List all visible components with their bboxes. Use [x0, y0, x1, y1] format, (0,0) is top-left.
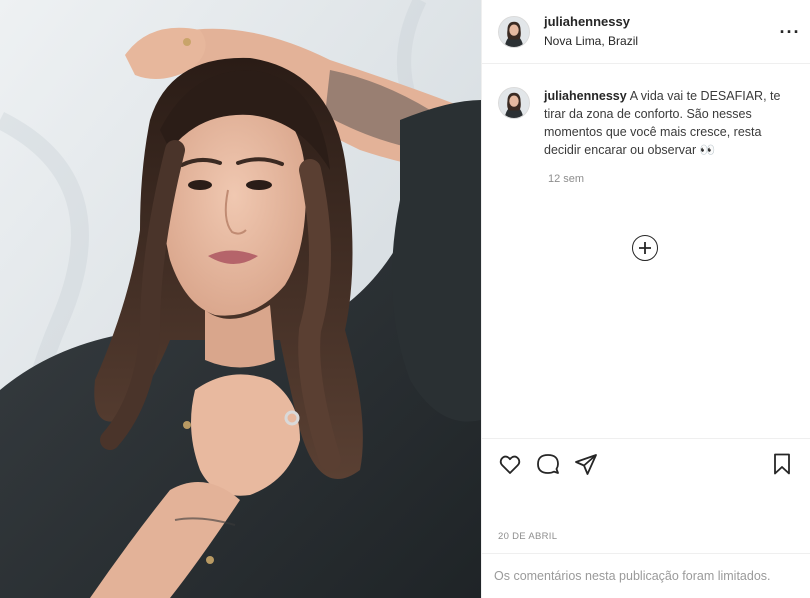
avatar-image [499, 88, 529, 118]
comments-limited-notice: Os comentários nesta publicação foram li… [482, 553, 810, 598]
post-actions-area: 20 DE ABRIL [482, 438, 810, 542]
post-header: juliahennessy Nova Lima, Brazil ··· [482, 0, 810, 64]
portrait-image [0, 0, 481, 598]
caption-row: juliahennessy A vida vai te DESAFIAR, te … [498, 87, 794, 159]
caption-username[interactable]: juliahennessy [544, 89, 627, 103]
comment-icon [537, 454, 559, 474]
plus-circle-icon [639, 242, 651, 254]
author-username[interactable]: juliahennessy [544, 14, 638, 30]
post-location[interactable]: Nova Lima, Brazil [544, 34, 638, 49]
heart-icon [499, 455, 521, 474]
caption-text: juliahennessy A vida vai te DESAFIAR, te … [544, 87, 784, 159]
post-photo[interactable] [0, 0, 481, 598]
author-meta: juliahennessy Nova Lima, Brazil [544, 14, 638, 49]
avatar-image [499, 16, 529, 47]
caption-age[interactable]: 12 sem [548, 173, 794, 185]
comments-section: juliahennessy A vida vai te DESAFIAR, te … [482, 65, 810, 438]
load-more-comments-button[interactable] [632, 235, 658, 261]
like-button[interactable] [494, 448, 526, 480]
paper-plane-icon [575, 454, 597, 475]
more-options-icon[interactable]: ··· [778, 20, 802, 44]
caption-avatar[interactable] [498, 87, 530, 119]
instagram-post: juliahennessy Nova Lima, Brazil ··· juli… [0, 0, 810, 598]
post-side-panel: juliahennessy Nova Lima, Brazil ··· juli… [481, 0, 810, 598]
author-avatar[interactable] [498, 15, 530, 48]
save-button[interactable] [766, 448, 798, 480]
post-date[interactable]: 20 DE ABRIL [498, 531, 557, 542]
comment-button[interactable] [532, 448, 564, 480]
bookmark-icon [774, 453, 790, 475]
action-bar [482, 439, 810, 489]
share-button[interactable] [570, 448, 602, 480]
